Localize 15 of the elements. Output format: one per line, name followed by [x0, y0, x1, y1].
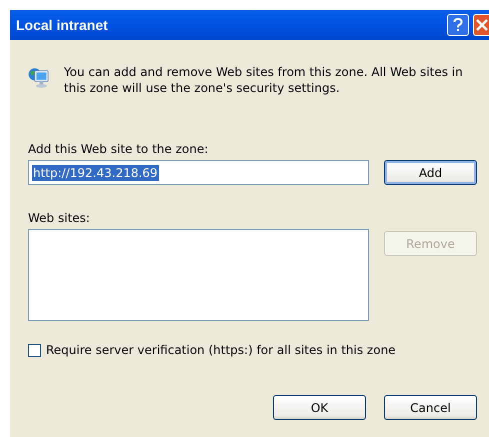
website-input[interactable]: http://192.43.218.69 [28, 160, 369, 185]
checkbox-label: Require server verification (https:) for all sites in this zone [46, 343, 396, 357]
add-button[interactable]: Add [384, 160, 477, 185]
ok-button[interactable]: OK [273, 395, 366, 420]
websites-list[interactable] [28, 229, 369, 321]
cancel-button[interactable]: Cancel [384, 395, 477, 420]
help-icon [453, 18, 463, 32]
description-text: You can add and remove Web sites from this zone. All Web sites in this zone will use the zone's security settings. [64, 64, 464, 96]
websites-label: Web sites: [28, 211, 91, 225]
window-title: Local intranet [16, 17, 109, 33]
checkbox[interactable] [28, 344, 41, 356]
add-site-label: Add this Web site to the zone: [28, 142, 210, 156]
close-button[interactable] [473, 14, 489, 36]
close-icon [476, 19, 488, 31]
help-button[interactable] [447, 14, 469, 36]
